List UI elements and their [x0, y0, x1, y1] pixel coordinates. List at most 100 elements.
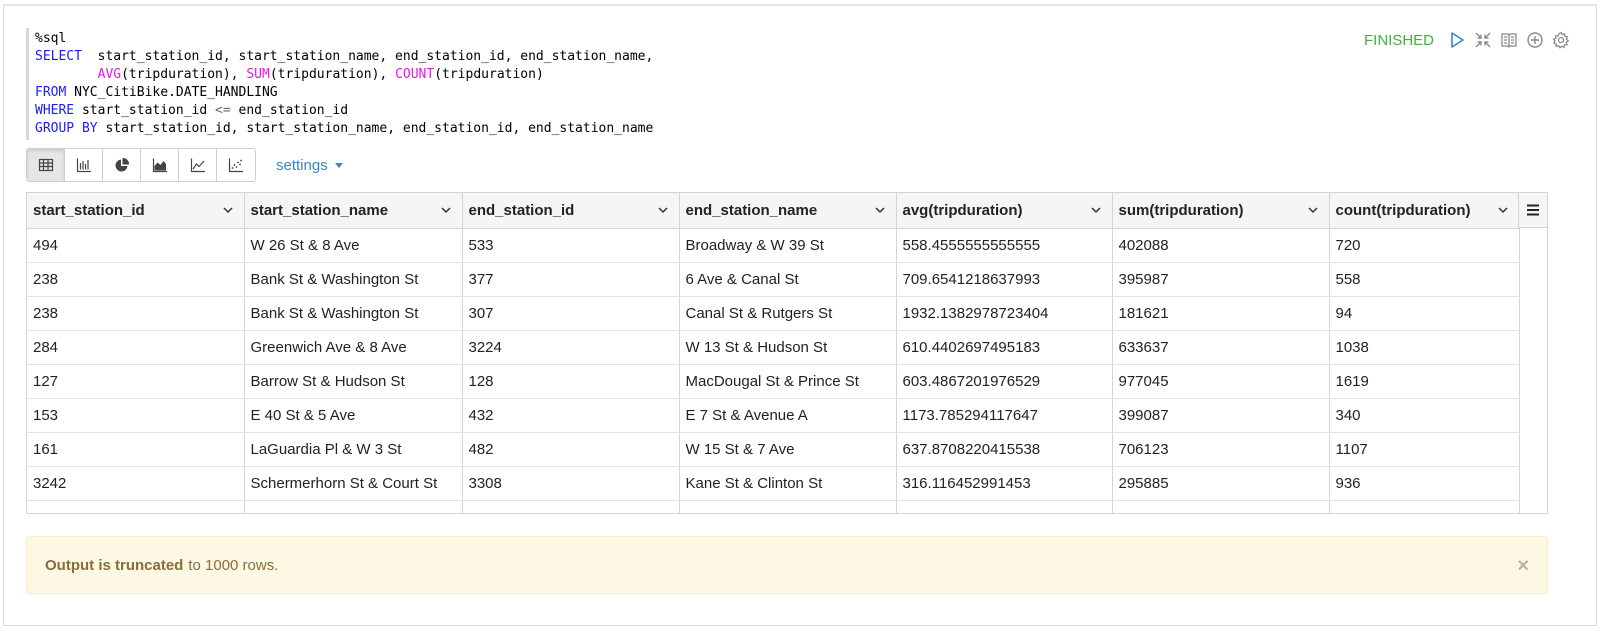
code-token: (tripduration) — [434, 67, 544, 82]
sql-function: SUM — [246, 67, 270, 82]
table-cell: 706123 — [1112, 432, 1330, 467]
column-header-label: start_station_id — [33, 201, 145, 219]
sql-keyword: FROM — [35, 85, 67, 100]
gear-icon[interactable] — [1552, 31, 1570, 49]
column-header[interactable]: count(tripduration) — [1329, 193, 1520, 229]
column-header[interactable]: start_station_name — [244, 193, 463, 229]
table-row[interactable]: 238 Bank St & Washington St 377 6 Ave & Can… — [27, 262, 1520, 297]
pie-chart-icon — [115, 157, 129, 172]
table-cell: Kane St & Clinton St — [679, 466, 897, 501]
table-cell: 153 — [27, 398, 245, 433]
table-cell: 127 — [27, 364, 245, 399]
column-header-label: avg(tripduration) — [902, 201, 1023, 219]
table-cell: 94 — [1329, 296, 1520, 331]
table-cell: Greenwich Ave & 8 Ave — [244, 330, 463, 365]
table-cell — [462, 500, 680, 513]
chevron-down-icon[interactable] — [874, 204, 886, 216]
chevron-down-icon[interactable] — [440, 204, 452, 216]
table-row[interactable]: 153 E 40 St & 5 Ave 432 E 7 St & Avenue A 11… — [27, 398, 1520, 433]
sql-code-editor[interactable]: %sql SELECT start_station_id, start_stati… — [26, 28, 926, 140]
table-cell: 238 — [27, 262, 245, 297]
column-header-label: count(tripduration) — [1335, 201, 1471, 219]
table-header-row: start_station_id start_station_name end_st… — [27, 193, 1520, 229]
notebook-paragraph: %sql SELECT start_station_id, start_stati… — [3, 4, 1597, 626]
table-cell: 128 — [462, 364, 680, 399]
table-row[interactable]: 494 W 26 St & 8 Ave 533 Broadway & W 39 St 5… — [27, 228, 1520, 263]
code-token: start_station_id, start_station_name, en… — [97, 121, 654, 136]
table-cell — [896, 500, 1113, 513]
chevron-down-icon[interactable] — [1497, 204, 1509, 216]
table-cell: 295885 — [1112, 466, 1330, 501]
table-row[interactable]: 238 Bank St & Washington St 307 Canal St & … — [27, 296, 1520, 331]
caret-down-icon — [334, 162, 343, 168]
collapse-arrows-icon[interactable] — [1474, 31, 1492, 49]
close-icon[interactable]: × — [1517, 556, 1529, 576]
settings-dropdown-toggle[interactable]: settings — [276, 157, 343, 174]
sql-keyword: SELECT — [35, 49, 82, 64]
visualization-toolbar: settings — [26, 148, 343, 182]
table-cell — [27, 500, 245, 513]
table-cell — [1329, 500, 1520, 513]
table-cell: 395987 — [1112, 262, 1330, 297]
chevron-down-icon[interactable] — [222, 204, 234, 216]
table-view-button[interactable] — [27, 149, 65, 181]
column-header[interactable]: avg(tripduration) — [896, 193, 1113, 229]
column-header[interactable]: start_station_id — [27, 193, 245, 229]
table-cell: 1038 — [1329, 330, 1520, 365]
visualization-button-group — [26, 148, 256, 182]
table-cell: 603.4867201976529 — [896, 364, 1113, 399]
table-cell: W 13 St & Hudson St — [679, 330, 897, 365]
book-icon[interactable] — [1500, 31, 1518, 49]
grid-menu-button[interactable] — [1518, 193, 1547, 228]
bar-chart-button[interactable] — [65, 149, 103, 181]
column-header-label: end_station_name — [685, 201, 818, 219]
code-line: FROM NYC_CitiBike.DATE_HANDLING — [35, 84, 926, 102]
table-cell: 637.8708220415538 — [896, 432, 1113, 467]
column-header-label: start_station_name — [250, 201, 389, 219]
code-token: (tripduration), — [121, 67, 247, 82]
table-cell: 284 — [27, 330, 245, 365]
table-cell — [679, 500, 897, 513]
line-chart-button[interactable] — [179, 149, 217, 181]
code-line: WHERE start_station_id <= end_station_id — [35, 102, 926, 120]
code-token: start_station_id, start_station_name, en… — [81, 49, 654, 64]
table-cell: 558 — [1329, 262, 1520, 297]
plus-circle-icon[interactable] — [1526, 31, 1544, 49]
pie-chart-button[interactable] — [103, 149, 141, 181]
table-row[interactable]: 3242 Schermerhorn St & Court St 3308 Kane S… — [27, 466, 1520, 501]
column-header[interactable]: end_station_id — [462, 193, 680, 229]
table-cell: 494 — [27, 228, 245, 263]
table-cell: 316.116452991453 — [896, 466, 1113, 501]
table-cell: MacDougal St & Prince St — [679, 364, 897, 399]
code-token: start_station_id — [74, 103, 216, 118]
area-chart-button[interactable] — [141, 149, 179, 181]
table-cell: 399087 — [1112, 398, 1330, 433]
table-cell: Barrow St & Hudson St — [244, 364, 463, 399]
chevron-down-icon[interactable] — [1307, 204, 1319, 216]
play-icon[interactable] — [1448, 31, 1466, 49]
column-header[interactable]: end_station_name — [679, 193, 897, 229]
table-cell: 402088 — [1112, 228, 1330, 263]
table-cell: W 26 St & 8 Ave — [244, 228, 463, 263]
table-cell: 936 — [1329, 466, 1520, 501]
table-row[interactable]: 127 Barrow St & Hudson St 128 MacDougal St … — [27, 364, 1520, 399]
table-cell: 720 — [1329, 228, 1520, 263]
results-grid[interactable]: start_station_id start_station_name end_st… — [26, 192, 1548, 514]
settings-label: settings — [276, 156, 328, 174]
table-row[interactable]: 161 LaGuardia Pl & W 3 St 482 W 15 St & 7 A… — [27, 432, 1520, 467]
table-row[interactable]: 284 Greenwich Ave & 8 Ave 3224 W 13 St & Hu… — [27, 330, 1520, 365]
table-cell: 1173.785294117647 — [896, 398, 1113, 433]
table-cell: Broadway & W 39 St — [679, 228, 897, 263]
table-cell: 3224 — [462, 330, 680, 365]
table-cell — [244, 500, 463, 513]
scatter-chart-button[interactable] — [217, 149, 255, 181]
truncation-alert: Output is truncated to 1000 rows. × — [26, 536, 1548, 594]
table-cell: 709.6541218637993 — [896, 262, 1113, 297]
column-header[interactable]: sum(tripduration) — [1112, 193, 1330, 229]
table-cell: 181621 — [1112, 296, 1330, 331]
chevron-down-icon[interactable] — [657, 204, 669, 216]
chevron-down-icon[interactable] — [1090, 204, 1102, 216]
table-cell: Schermerhorn St & Court St — [244, 466, 463, 501]
sql-function: COUNT — [395, 67, 435, 82]
table-cell: 977045 — [1112, 364, 1330, 399]
